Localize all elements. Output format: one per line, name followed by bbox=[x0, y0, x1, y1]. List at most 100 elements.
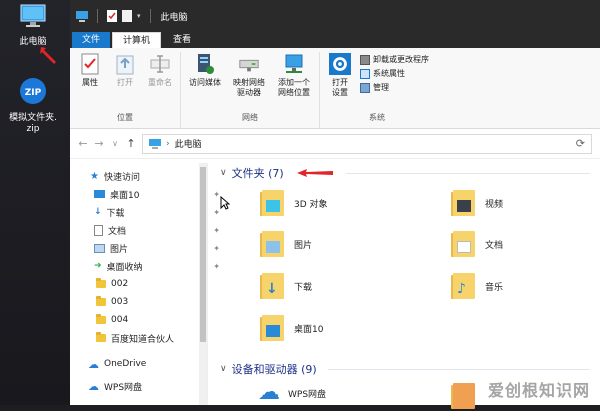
music-folder-icon: ♪ bbox=[449, 271, 477, 301]
sidebar-item-label: 桌面收纳 bbox=[106, 262, 143, 273]
media-server-icon bbox=[198, 54, 214, 74]
folder-desktop10[interactable]: 桌面10 bbox=[258, 313, 323, 343]
red-arrow-icon bbox=[296, 169, 333, 177]
map-drive-label-line2: 驱动器 bbox=[237, 88, 261, 97]
address-bar[interactable]: › 此电脑 ⟳ bbox=[142, 133, 592, 154]
section-folders-header[interactable]: ∨ 文件夹 (7) bbox=[220, 165, 590, 181]
open-settings-button[interactable]: 打开 设置 bbox=[325, 52, 355, 110]
ribbon-group-label: 位置 bbox=[117, 113, 133, 122]
3d-objects-folder-icon bbox=[258, 188, 286, 218]
desktop-icon-zip[interactable]: ZIP 模拟文件夹. zip bbox=[2, 76, 64, 135]
ribbon-group-system: 打开 设置 卸载或更改程序 系统属性 管理 系统 bbox=[320, 52, 434, 128]
uninstall-program-button[interactable]: 卸载或更改程序 bbox=[360, 54, 429, 65]
ribbon-group-label: 网络 bbox=[242, 113, 258, 122]
recent-dropdown-icon[interactable]: ∨ bbox=[110, 139, 120, 148]
refresh-icon[interactable]: ⟳ bbox=[576, 137, 585, 150]
rename-label: 重命名 bbox=[148, 78, 172, 87]
zip-archive-icon: ZIP bbox=[20, 78, 46, 104]
folder-icon bbox=[96, 314, 106, 324]
tab-computer[interactable]: 计算机 bbox=[112, 32, 162, 48]
system-properties-button[interactable]: 系统属性 bbox=[360, 68, 429, 79]
manage-label: 管理 bbox=[373, 83, 389, 92]
open-button[interactable]: 打开 bbox=[110, 52, 140, 110]
download-arrow-icon: ↓ bbox=[94, 207, 102, 217]
cloud-icon: ☁ bbox=[258, 380, 280, 405]
folder-downloads[interactable]: ↓ 下载 bbox=[258, 271, 312, 301]
properties-button[interactable]: 属性 bbox=[75, 52, 105, 110]
rename-button[interactable]: 重命名 bbox=[145, 52, 175, 110]
access-media-button[interactable]: 访问媒体 bbox=[186, 52, 224, 110]
uninstall-icon bbox=[360, 54, 370, 65]
mouse-cursor-icon bbox=[220, 196, 230, 210]
open-settings-label-line2: 设置 bbox=[332, 88, 348, 97]
tab-file[interactable]: 文件 bbox=[72, 32, 111, 48]
system-properties-label: 系统属性 bbox=[373, 69, 405, 78]
sidebar-item-label: 桌面10 bbox=[110, 190, 140, 201]
folder-pictures[interactable]: 图片 bbox=[258, 229, 312, 259]
star-icon: ★ bbox=[90, 170, 99, 182]
sidebar-item-label: 002 bbox=[111, 279, 129, 289]
folder-icon bbox=[96, 332, 106, 342]
folder-videos[interactable]: 视频 bbox=[449, 188, 503, 218]
folder-label: 3D 对象 bbox=[294, 199, 328, 210]
add-network-location-button[interactable]: 添加一个 网络位置 bbox=[274, 52, 314, 110]
section-divider bbox=[327, 368, 590, 370]
drive-folder-icon bbox=[449, 381, 477, 411]
breadcrumb-this-pc[interactable]: 此电脑 bbox=[175, 137, 202, 150]
computer-icon bbox=[149, 138, 161, 149]
window-title: 此电脑 bbox=[160, 12, 188, 23]
folder-music[interactable]: ♪ 音乐 bbox=[449, 271, 503, 301]
folder-label: 桌面10 bbox=[294, 324, 324, 335]
folder-label: 音乐 bbox=[485, 282, 504, 293]
cloud-icon: ☁ bbox=[88, 379, 99, 393]
new-folder-icon[interactable] bbox=[122, 10, 132, 22]
up-arrow-icon[interactable]: ↑ bbox=[126, 137, 136, 150]
add-location-label-line2: 网络位置 bbox=[278, 88, 310, 97]
desktop-folder-icon bbox=[258, 313, 286, 343]
system-properties-icon bbox=[360, 68, 370, 79]
sidebar-scrollbar[interactable] bbox=[199, 163, 207, 405]
desktop-icon-label: 模拟文件夹. bbox=[9, 113, 57, 123]
computer-icon bbox=[20, 4, 46, 27]
sidebar-item-label: OneDrive bbox=[104, 359, 147, 369]
computer-icon bbox=[76, 10, 88, 22]
folder-label: 文档 bbox=[485, 240, 504, 251]
open-label: 打开 bbox=[117, 78, 133, 87]
map-network-drive-button[interactable]: 映射网络 驱动器 bbox=[230, 52, 268, 110]
navigation-pane: ★ 快速访问 桌面10 ✦ ↓ 下载 ✦ 文档 ✦ 图片 ✦ ➜ 桌面收纳 ✦ bbox=[70, 163, 220, 405]
rename-icon bbox=[150, 55, 170, 73]
folder-documents[interactable]: 文档 bbox=[449, 229, 503, 259]
manage-icon bbox=[360, 82, 370, 93]
ribbon-tabs: 文件 计算机 查看 bbox=[70, 32, 600, 48]
tab-view[interactable]: 查看 bbox=[163, 32, 202, 48]
sidebar-item-label: 003 bbox=[111, 297, 129, 307]
breadcrumb-separator-icon: › bbox=[166, 138, 170, 149]
open-icon bbox=[116, 55, 134, 75]
device-label: WPS网盘 bbox=[288, 389, 327, 400]
documents-folder-icon bbox=[449, 229, 477, 259]
document-icon bbox=[94, 224, 103, 236]
scrollbar-thumb[interactable] bbox=[200, 167, 206, 342]
folder-3d-objects[interactable]: 3D 对象 bbox=[258, 188, 328, 218]
quick-access-dropdown-icon[interactable]: ▾ bbox=[137, 12, 141, 20]
red-arrow-icon bbox=[40, 47, 56, 64]
properties-label: 属性 bbox=[82, 78, 98, 87]
device-wps-drive[interactable]: ☁ WPS网盘 bbox=[258, 380, 327, 405]
pictures-folder-icon bbox=[258, 229, 286, 259]
section-devices-header[interactable]: ∨ 设备和驱动器 (9) bbox=[220, 361, 590, 377]
cloud-icon: ☁ bbox=[88, 357, 99, 371]
network-drive-icon bbox=[239, 59, 259, 72]
forward-arrow-icon[interactable]: → bbox=[94, 137, 104, 150]
title-bar: ▾ 此电脑 bbox=[70, 0, 600, 32]
properties-icon[interactable] bbox=[107, 10, 117, 22]
device-partial[interactable] bbox=[449, 381, 477, 411]
back-arrow-icon[interactable]: ← bbox=[78, 137, 88, 150]
zip-badge-text: ZIP bbox=[25, 88, 42, 98]
folder-label: 下载 bbox=[294, 282, 313, 293]
network-location-icon bbox=[285, 54, 303, 73]
sidebar-item-label: 004 bbox=[111, 315, 129, 325]
ribbon-group-network: 访问媒体 映射网络 驱动器 添加一个 网络位置 网络 bbox=[181, 52, 320, 128]
chevron-down-icon: ∨ bbox=[220, 364, 227, 374]
manage-button[interactable]: 管理 bbox=[360, 82, 429, 93]
desktop-icon-this-pc[interactable]: 此电脑 bbox=[2, 4, 64, 48]
